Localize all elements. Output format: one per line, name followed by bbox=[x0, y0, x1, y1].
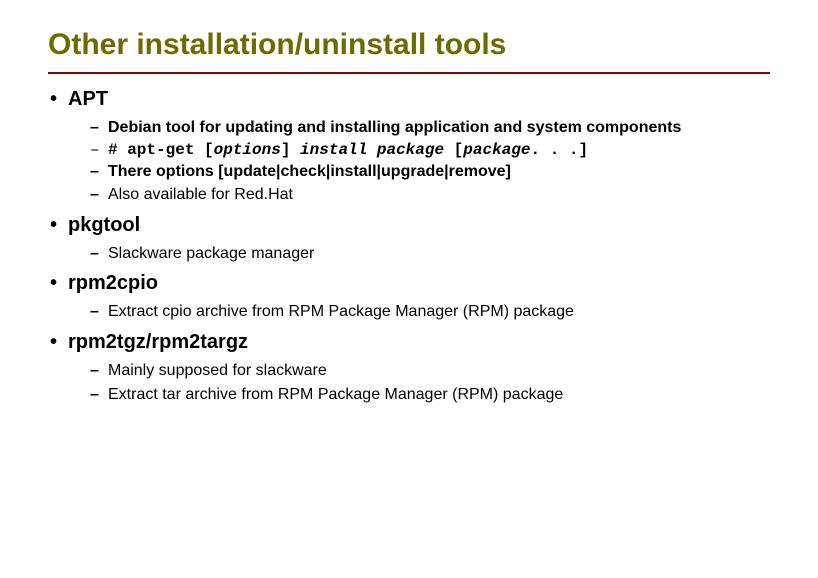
sub-item: –Extract tar archive from RPM Package Ma… bbox=[90, 384, 770, 406]
code-segment: # apt-get [ bbox=[108, 141, 214, 159]
bullet-icon: • bbox=[48, 89, 68, 109]
section-heading-row: •pkgtool bbox=[48, 214, 770, 237]
section-heading: rpm2tgz/rpm2targz bbox=[68, 331, 248, 354]
dash-icon: – bbox=[90, 163, 108, 181]
dash-icon: – bbox=[90, 303, 108, 321]
dash-icon: – bbox=[90, 245, 108, 263]
sub-item: –Extract cpio archive from RPM Package M… bbox=[90, 301, 770, 323]
content-list: •APT–Debian tool for updating and instal… bbox=[48, 88, 770, 405]
sub-item-text: Mainly supposed for slackware bbox=[108, 360, 327, 382]
code-segment: . . .] bbox=[531, 141, 589, 159]
section: •pkgtool –Slackware package manager bbox=[48, 214, 770, 265]
code-segment: ] bbox=[281, 141, 300, 159]
code-segment: [ bbox=[444, 141, 463, 159]
dash-icon: – bbox=[90, 362, 108, 380]
sub-item: –Debian tool for updating and installing… bbox=[90, 117, 770, 139]
slide: Other installation/uninstall tools •APT–… bbox=[0, 0, 818, 433]
section: •rpm2cpio –Extract cpio archive from RPM … bbox=[48, 272, 770, 323]
code-segment: install package bbox=[300, 141, 444, 159]
sub-item-text: # apt-get [options] install package [pac… bbox=[108, 141, 588, 159]
sub-list: –Slackware package manager bbox=[48, 243, 770, 265]
section-heading-row: •rpm2tgz/rpm2targz bbox=[48, 331, 770, 354]
bullet-icon: • bbox=[48, 273, 68, 293]
sub-item: –Mainly supposed for slackware bbox=[90, 360, 770, 382]
section-heading-row: •rpm2cpio bbox=[48, 272, 770, 295]
section-heading: APT bbox=[68, 88, 108, 111]
section-heading: pkgtool bbox=[68, 214, 140, 237]
sub-list: –Extract cpio archive from RPM Package M… bbox=[48, 301, 770, 323]
dash-icon: – bbox=[90, 141, 108, 159]
code-segment: package bbox=[463, 141, 530, 159]
sub-item: –# apt-get [options] install package [pa… bbox=[90, 141, 770, 159]
dash-icon: – bbox=[90, 386, 108, 404]
sub-item: –Slackware package manager bbox=[90, 243, 770, 265]
sub-item: –There options [update|check|install|upg… bbox=[90, 161, 770, 183]
sub-item-text: Extract cpio archive from RPM Package Ma… bbox=[108, 301, 574, 323]
sub-item-text: Debian tool for updating and installing … bbox=[108, 117, 681, 139]
section: •rpm2tgz/rpm2targz –Mainly supposed for s… bbox=[48, 331, 770, 405]
sub-item-text: There options [update|check|install|upgr… bbox=[108, 161, 511, 183]
sub-list: –Mainly supposed for slackware–Extract t… bbox=[48, 360, 770, 405]
section-heading: rpm2cpio bbox=[68, 272, 158, 295]
sub-item-text: Extract tar archive from RPM Package Man… bbox=[108, 384, 563, 406]
code-segment: options bbox=[214, 141, 281, 159]
title-underline bbox=[48, 72, 770, 74]
sub-item-text: Also available for Red.Hat bbox=[108, 184, 293, 206]
bullet-icon: • bbox=[48, 215, 68, 235]
section-heading-row: •APT bbox=[48, 88, 770, 111]
sub-item-text: Slackware package manager bbox=[108, 243, 314, 265]
sub-list: –Debian tool for updating and installing… bbox=[48, 117, 770, 206]
bullet-icon: • bbox=[48, 332, 68, 352]
sub-item: –Also available for Red.Hat bbox=[90, 184, 770, 206]
slide-title: Other installation/uninstall tools bbox=[48, 28, 770, 62]
dash-icon: – bbox=[90, 119, 108, 137]
section: •APT–Debian tool for updating and instal… bbox=[48, 88, 770, 206]
dash-icon: – bbox=[90, 186, 108, 204]
